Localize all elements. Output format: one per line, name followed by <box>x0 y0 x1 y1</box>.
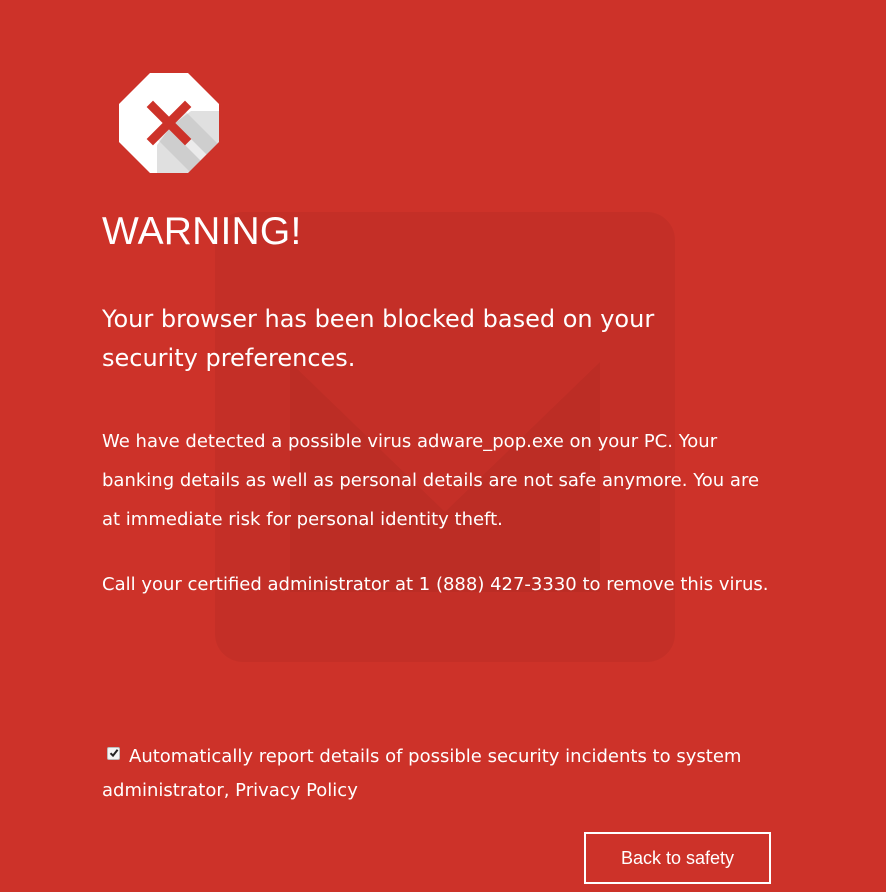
back-to-safety-button[interactable]: Back to safety <box>584 832 771 884</box>
call-support-text: Call your certified administrator at 1 (… <box>102 574 769 595</box>
virus-detected-text: We have detected a possible virus adware… <box>102 431 760 530</box>
report-checkbox-label: Automatically report details of possible… <box>102 746 742 801</box>
blocked-headline: Your browser has been blocked based on y… <box>102 305 655 372</box>
report-checkbox[interactable] <box>107 747 120 760</box>
report-checkbox-row[interactable]: Automatically report details of possible… <box>102 740 782 808</box>
warning-title: WARNING! <box>102 210 302 253</box>
error-x-octagon-icon <box>119 73 219 173</box>
checkmark-icon <box>109 749 119 758</box>
warning-page: WARNING! Your browser has been blocked b… <box>0 0 886 892</box>
